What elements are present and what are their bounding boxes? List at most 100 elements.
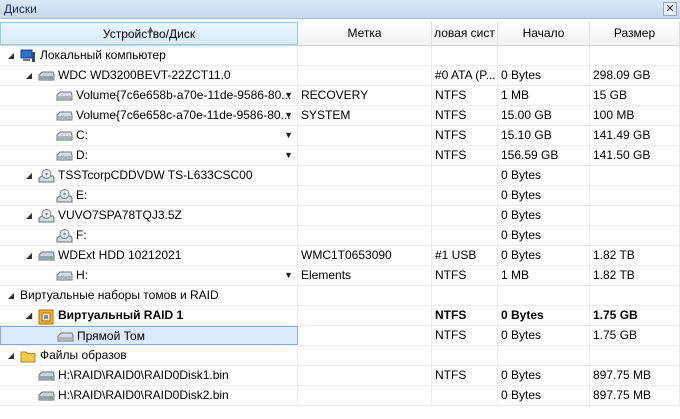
volume-icon [56, 269, 73, 285]
cell-size: 141.50 GB [590, 146, 680, 165]
cell-device[interactable]: ◢ VUVO7SPA78TQJ3.5Z [0, 206, 298, 225]
volume-icon [56, 149, 73, 165]
device-name: D: [76, 148, 88, 162]
table-row[interactable]: ◢ WDExt HDD 10212021 WMC1T0653090 #1 USB 0 B… [0, 246, 680, 266]
expand-toggle-icon[interactable]: ◢ [24, 66, 34, 85]
disk-tree: ◢ Локальный компьютер ◢ WDC WD3200BEVT-22ZC… [0, 46, 680, 406]
table-row[interactable]: ◢ Виртуальный RAID 1 NTFS 0 Bytes 1.75 GB [0, 306, 680, 326]
cell-label [298, 206, 432, 225]
column-header-start[interactable]: Начало [498, 22, 590, 45]
cell-device[interactable]: F: [0, 226, 298, 245]
device-name: VUVO7SPA78TQJ3.5Z [58, 208, 182, 222]
dropdown-arrow-icon[interactable]: ▼ [284, 266, 293, 285]
volume-icon [57, 330, 74, 344]
table-row[interactable]: H: ▼ Elements NTFS 1 MB 1.82 TB [0, 266, 680, 286]
cell-label [298, 146, 432, 165]
table-row[interactable]: Volume{7c6e658c-a70e-11de-9586-80... ▼ SYS… [0, 106, 680, 126]
cell-device[interactable]: D: ▼ [0, 146, 298, 165]
table-row[interactable]: F: 0 Bytes [0, 226, 680, 246]
cell-filesystem [432, 386, 498, 405]
table-row[interactable]: ◢ TSSTcorpCDDVDW TS-L633CSC00 0 Bytes [0, 166, 680, 186]
dropdown-arrow-icon[interactable]: ▼ [284, 126, 293, 145]
column-header-label[interactable]: Метка [298, 22, 432, 45]
cell-device[interactable]: ◢ Локальный компьютер [0, 46, 298, 65]
cell-filesystem [432, 166, 498, 185]
cell-device[interactable]: ◢ Виртуальные наборы томов и RAID [0, 286, 298, 305]
cell-device[interactable]: H: ▼ [0, 266, 298, 285]
optical-drive-icon [38, 209, 55, 225]
table-row[interactable]: D: ▼ NTFS 156.59 GB 141.50 GB [0, 146, 680, 166]
cell-start: 156.59 GB [498, 146, 590, 165]
expand-toggle-icon[interactable]: ◢ [24, 306, 34, 325]
cell-device[interactable]: C: ▼ [0, 126, 298, 145]
volume-icon [56, 129, 73, 145]
cell-label: SYSTEM [298, 106, 432, 125]
cell-filesystem: NTFS [432, 366, 498, 385]
cell-label [298, 126, 432, 145]
expand-toggle-icon[interactable]: ◢ [6, 286, 16, 305]
column-header-size[interactable]: Размер [590, 22, 680, 45]
hard-disk-icon [38, 249, 55, 265]
device-name: C: [76, 128, 88, 142]
cell-filesystem: NTFS [432, 266, 498, 285]
expand-toggle-icon[interactable]: ◢ [6, 46, 16, 65]
cell-device[interactable]: ◢ WDExt HDD 10212021 [0, 246, 298, 265]
table-row[interactable]: ◢ Локальный компьютер [0, 46, 680, 66]
cell-device[interactable]: ◢ WDC WD3200BEVT-22ZCT11.0 [0, 66, 298, 85]
cell-filesystem: NTFS [432, 126, 498, 145]
expand-toggle-icon[interactable]: ◢ [24, 206, 34, 225]
table-row[interactable]: Прямой Том NTFS 0 Bytes 1.75 GB [0, 326, 680, 346]
cell-start: 0 Bytes [498, 186, 590, 205]
cell-device[interactable]: Прямой Том [0, 326, 298, 345]
column-header-filesystem[interactable]: ловая сист [432, 22, 498, 45]
device-name: Локальный компьютер [40, 48, 166, 62]
device-name: H:\RAID\RAID0\RAID0Disk2.bin [58, 388, 229, 402]
optical-drive-icon [56, 189, 73, 205]
table-row[interactable]: H:\RAID\RAID0\RAID0Disk1.bin NTFS 0 Bytes 8… [0, 366, 680, 386]
expand-toggle-icon[interactable]: ◢ [24, 166, 34, 185]
cell-size: 15 GB [590, 86, 680, 105]
table-row[interactable]: ◢ Файлы образов [0, 346, 680, 366]
cell-label [298, 166, 432, 185]
table-row[interactable]: Volume{7c6e658b-a70e-11de-9586-80... ▼ REC… [0, 86, 680, 106]
table-row[interactable]: H:\RAID\RAID0\RAID0Disk2.bin 0 Bytes 897.7… [0, 386, 680, 406]
cell-device[interactable]: Volume{7c6e658b-a70e-11de-9586-80... ▼ [0, 86, 298, 105]
hard-disk-icon [38, 369, 55, 385]
cell-device[interactable]: Volume{7c6e658c-a70e-11de-9586-80... ▼ [0, 106, 298, 125]
close-icon[interactable]: ✕ [663, 2, 677, 16]
cell-label [298, 66, 432, 85]
volume-icon [56, 109, 73, 125]
cell-size: 1.82 TB [590, 266, 680, 285]
cell-filesystem: NTFS [432, 326, 498, 345]
cell-device[interactable]: ◢ Файлы образов [0, 346, 298, 365]
cell-device[interactable]: H:\RAID\RAID0\RAID0Disk1.bin [0, 366, 298, 385]
cell-label [298, 186, 432, 205]
cell-label: RECOVERY [298, 86, 432, 105]
optical-drive-icon [56, 229, 73, 245]
cell-start: 15.00 GB [498, 106, 590, 125]
table-row[interactable]: E: 0 Bytes [0, 186, 680, 206]
device-name: F: [76, 228, 87, 242]
column-header-device[interactable]: ▲ Устройство/Диск [0, 22, 298, 45]
cell-device[interactable]: ◢ Виртуальный RAID 1 [0, 306, 298, 325]
expand-toggle-icon[interactable]: ◢ [24, 246, 34, 265]
dropdown-arrow-icon[interactable]: ▼ [284, 106, 293, 125]
device-name: WDC WD3200BEVT-22ZCT11.0 [58, 68, 231, 82]
cell-start: 1 MB [498, 266, 590, 285]
cell-start [498, 346, 590, 365]
table-row[interactable]: ◢ VUVO7SPA78TQJ3.5Z 0 Bytes [0, 206, 680, 226]
table-row[interactable]: ◢ Виртуальные наборы томов и RAID [0, 286, 680, 306]
device-name: Volume{7c6e658b-a70e-11de-9586-80... [76, 88, 292, 102]
cell-device[interactable]: H:\RAID\RAID0\RAID0Disk2.bin [0, 386, 298, 405]
table-row[interactable]: ◢ WDC WD3200BEVT-22ZCT11.0 #0 ATA (P... 0 B… [0, 66, 680, 86]
dropdown-arrow-icon[interactable]: ▼ [284, 146, 293, 165]
cell-filesystem: NTFS [432, 306, 498, 325]
raid-icon [38, 309, 54, 325]
cell-filesystem: NTFS [432, 146, 498, 165]
cell-device[interactable]: ◢ TSSTcorpCDDVDW TS-L633CSC00 [0, 166, 298, 185]
expand-toggle-icon[interactable]: ◢ [6, 346, 16, 365]
table-row[interactable]: C: ▼ NTFS 15.10 GB 141.49 GB [0, 126, 680, 146]
cell-device[interactable]: E: [0, 186, 298, 205]
dropdown-arrow-icon[interactable]: ▼ [284, 86, 293, 105]
cell-size: 298.09 GB [590, 66, 680, 85]
